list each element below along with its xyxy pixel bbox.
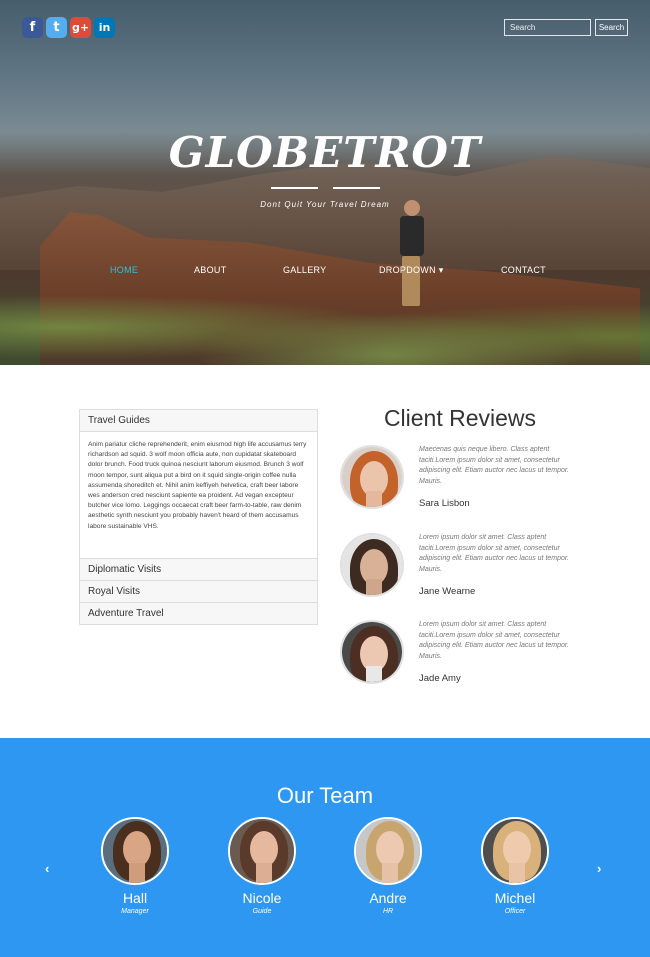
social-links: f t g+ in bbox=[22, 17, 115, 38]
linkedin-icon[interactable]: in bbox=[94, 17, 115, 38]
nav-about[interactable]: ABOUT bbox=[194, 265, 227, 275]
review-item: Lorem ipsum dolor sit amet. Class aptent… bbox=[340, 620, 580, 690]
review-text: Lorem ipsum dolor sit amet. Class aptent… bbox=[419, 621, 569, 660]
review-text: Maecenas quis neque libero. Class aptent… bbox=[419, 446, 569, 485]
avatar bbox=[340, 533, 404, 597]
reviewer-name: Jade Amy bbox=[419, 673, 461, 684]
reviewer-name: Jane Wearne bbox=[419, 586, 476, 597]
member-role: Guide bbox=[252, 908, 272, 915]
carousel-next-icon[interactable]: › bbox=[597, 861, 601, 876]
nav-contact[interactable]: CONTACT bbox=[501, 265, 546, 275]
team-member: Andre HR bbox=[348, 817, 428, 915]
accordion-diplomatic-visits[interactable]: Diplomatic Visits bbox=[79, 558, 318, 581]
hero-banner: f t g+ in Search GLOBETROT Dont Quit You… bbox=[0, 0, 650, 365]
avatar bbox=[340, 620, 404, 684]
twitter-icon[interactable]: t bbox=[46, 17, 67, 38]
facebook-icon[interactable]: f bbox=[22, 17, 43, 38]
avatar bbox=[101, 817, 169, 885]
member-name: Hall bbox=[122, 890, 148, 906]
carousel-prev-icon[interactable]: ‹ bbox=[45, 861, 49, 876]
accordion-royal-visits[interactable]: Royal Visits bbox=[79, 580, 318, 603]
hiker-figure bbox=[398, 200, 428, 310]
member-role: HR bbox=[382, 908, 394, 915]
search-button[interactable]: Search bbox=[595, 19, 628, 36]
review-text: Lorem ipsum dolor sit amet. Class aptent… bbox=[419, 534, 569, 573]
nav-home[interactable]: HOME bbox=[110, 265, 138, 275]
reviews-title: Client Reviews bbox=[383, 405, 537, 431]
review-item: Maecenas quis neque libero. Class aptent… bbox=[340, 445, 580, 515]
member-role: Officer bbox=[504, 908, 526, 915]
team-title: Our Team bbox=[276, 783, 374, 808]
member-name: Michel bbox=[494, 890, 536, 906]
team-member: Nicole Guide bbox=[222, 817, 302, 915]
nav-gallery[interactable]: GALLERY bbox=[283, 265, 326, 275]
avatar bbox=[228, 817, 296, 885]
accordion-adventure-travel[interactable]: Adventure Travel bbox=[79, 602, 318, 625]
search-input[interactable] bbox=[504, 19, 591, 36]
team-member: Michel Officer bbox=[475, 817, 555, 915]
tagline: Dont Quit Your Travel Dream bbox=[260, 200, 390, 209]
accordion-panel-body: Anim pariatur cliche reprehenderit, enim… bbox=[79, 431, 318, 559]
site-logo[interactable]: GLOBETROT bbox=[0, 128, 650, 177]
team-member: Hall Manager bbox=[95, 817, 175, 915]
avatar bbox=[340, 445, 404, 509]
grass-layer bbox=[0, 270, 650, 365]
member-name: Nicole bbox=[242, 890, 282, 906]
caret-down-icon: ▾ bbox=[438, 265, 444, 275]
search-form: Search bbox=[504, 19, 628, 36]
accordion-travel-guides[interactable]: Travel Guides bbox=[79, 409, 318, 432]
review-item: Lorem ipsum dolor sit amet. Class aptent… bbox=[340, 533, 580, 603]
reviewer-name: Sara Lisbon bbox=[419, 498, 470, 509]
nav-dropdown[interactable]: DROPDOWN ▾ bbox=[379, 265, 444, 276]
main-nav: HOME ABOUT GALLERY DROPDOWN ▾ CONTACT bbox=[0, 265, 650, 279]
accordion: Travel Guides Anim pariatur cliche repre… bbox=[79, 409, 318, 625]
team-section: Our Team ‹ › Hall Manager Nicole Guide A… bbox=[0, 738, 650, 957]
member-role: Manager bbox=[121, 908, 149, 915]
avatar bbox=[354, 817, 422, 885]
google-plus-icon[interactable]: g+ bbox=[70, 17, 91, 38]
client-reviews: Client Reviews Maecenas quis neque liber… bbox=[340, 405, 580, 684]
member-name: Andre bbox=[369, 890, 407, 906]
logo-divider bbox=[271, 187, 380, 189]
avatar bbox=[481, 817, 549, 885]
